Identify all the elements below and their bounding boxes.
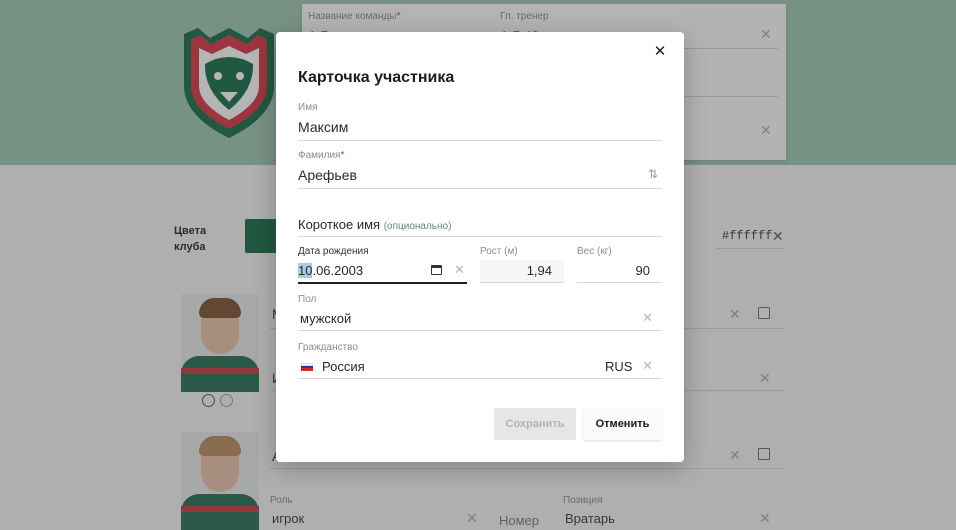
citizenship-code: RUS: [605, 359, 633, 374]
participant-card-dialog: ✕ Карточка участника Имя Максим Фамилия*…: [276, 32, 684, 462]
calendar-icon[interactable]: [431, 265, 442, 275]
weight-value[interactable]: 90: [636, 263, 650, 278]
dialog-title: Карточка участника: [298, 69, 455, 86]
citizenship-value[interactable]: Россия: [322, 359, 365, 374]
weight-label: Вес (кг): [577, 246, 612, 257]
first-name-field[interactable]: Имя Максим: [298, 102, 662, 142]
height-value[interactable]: 1,94: [527, 263, 552, 278]
height-field[interactable]: Рост (м) 1,94: [480, 246, 564, 284]
first-name-label: Имя: [298, 102, 318, 113]
clear-birth-date-icon[interactable]: ✕: [454, 262, 465, 278]
clear-gender-icon[interactable]: ✕: [642, 310, 653, 326]
short-name-placeholder[interactable]: Короткое имя (опционально): [298, 217, 451, 232]
gender-label: Пол: [298, 294, 317, 305]
birth-date-label: Дата рождения: [298, 246, 369, 257]
gender-value[interactable]: мужской: [300, 311, 351, 326]
russia-flag-icon: [301, 363, 313, 372]
weight-field[interactable]: Вес (кг) 90: [577, 246, 662, 284]
close-icon[interactable]: ✕: [650, 42, 670, 62]
cancel-button[interactable]: Отменить: [583, 408, 662, 440]
short-name-field[interactable]: Короткое имя (опционально): [298, 214, 662, 238]
first-name-value[interactable]: Максим: [298, 119, 348, 135]
birth-date-field[interactable]: Дата рождения 10.06.2003 ✕: [298, 246, 467, 284]
save-button[interactable]: Сохранить: [494, 408, 576, 440]
citizenship-field[interactable]: Гражданство Россия RUS ✕: [298, 342, 662, 380]
birth-date-value[interactable]: 10.06.2003: [298, 263, 363, 278]
clear-citizenship-icon[interactable]: ✕: [642, 358, 653, 374]
height-label: Рост (м): [480, 246, 518, 257]
last-name-label: Фамилия*: [298, 150, 345, 161]
last-name-value[interactable]: Арефьев: [298, 167, 357, 183]
last-name-field[interactable]: Фамилия* Арефьев ⇅: [298, 150, 662, 190]
sort-arrows-icon[interactable]: ⇅: [648, 167, 658, 181]
gender-field[interactable]: Пол мужской ✕: [298, 294, 662, 332]
citizenship-label: Гражданство: [298, 342, 358, 353]
